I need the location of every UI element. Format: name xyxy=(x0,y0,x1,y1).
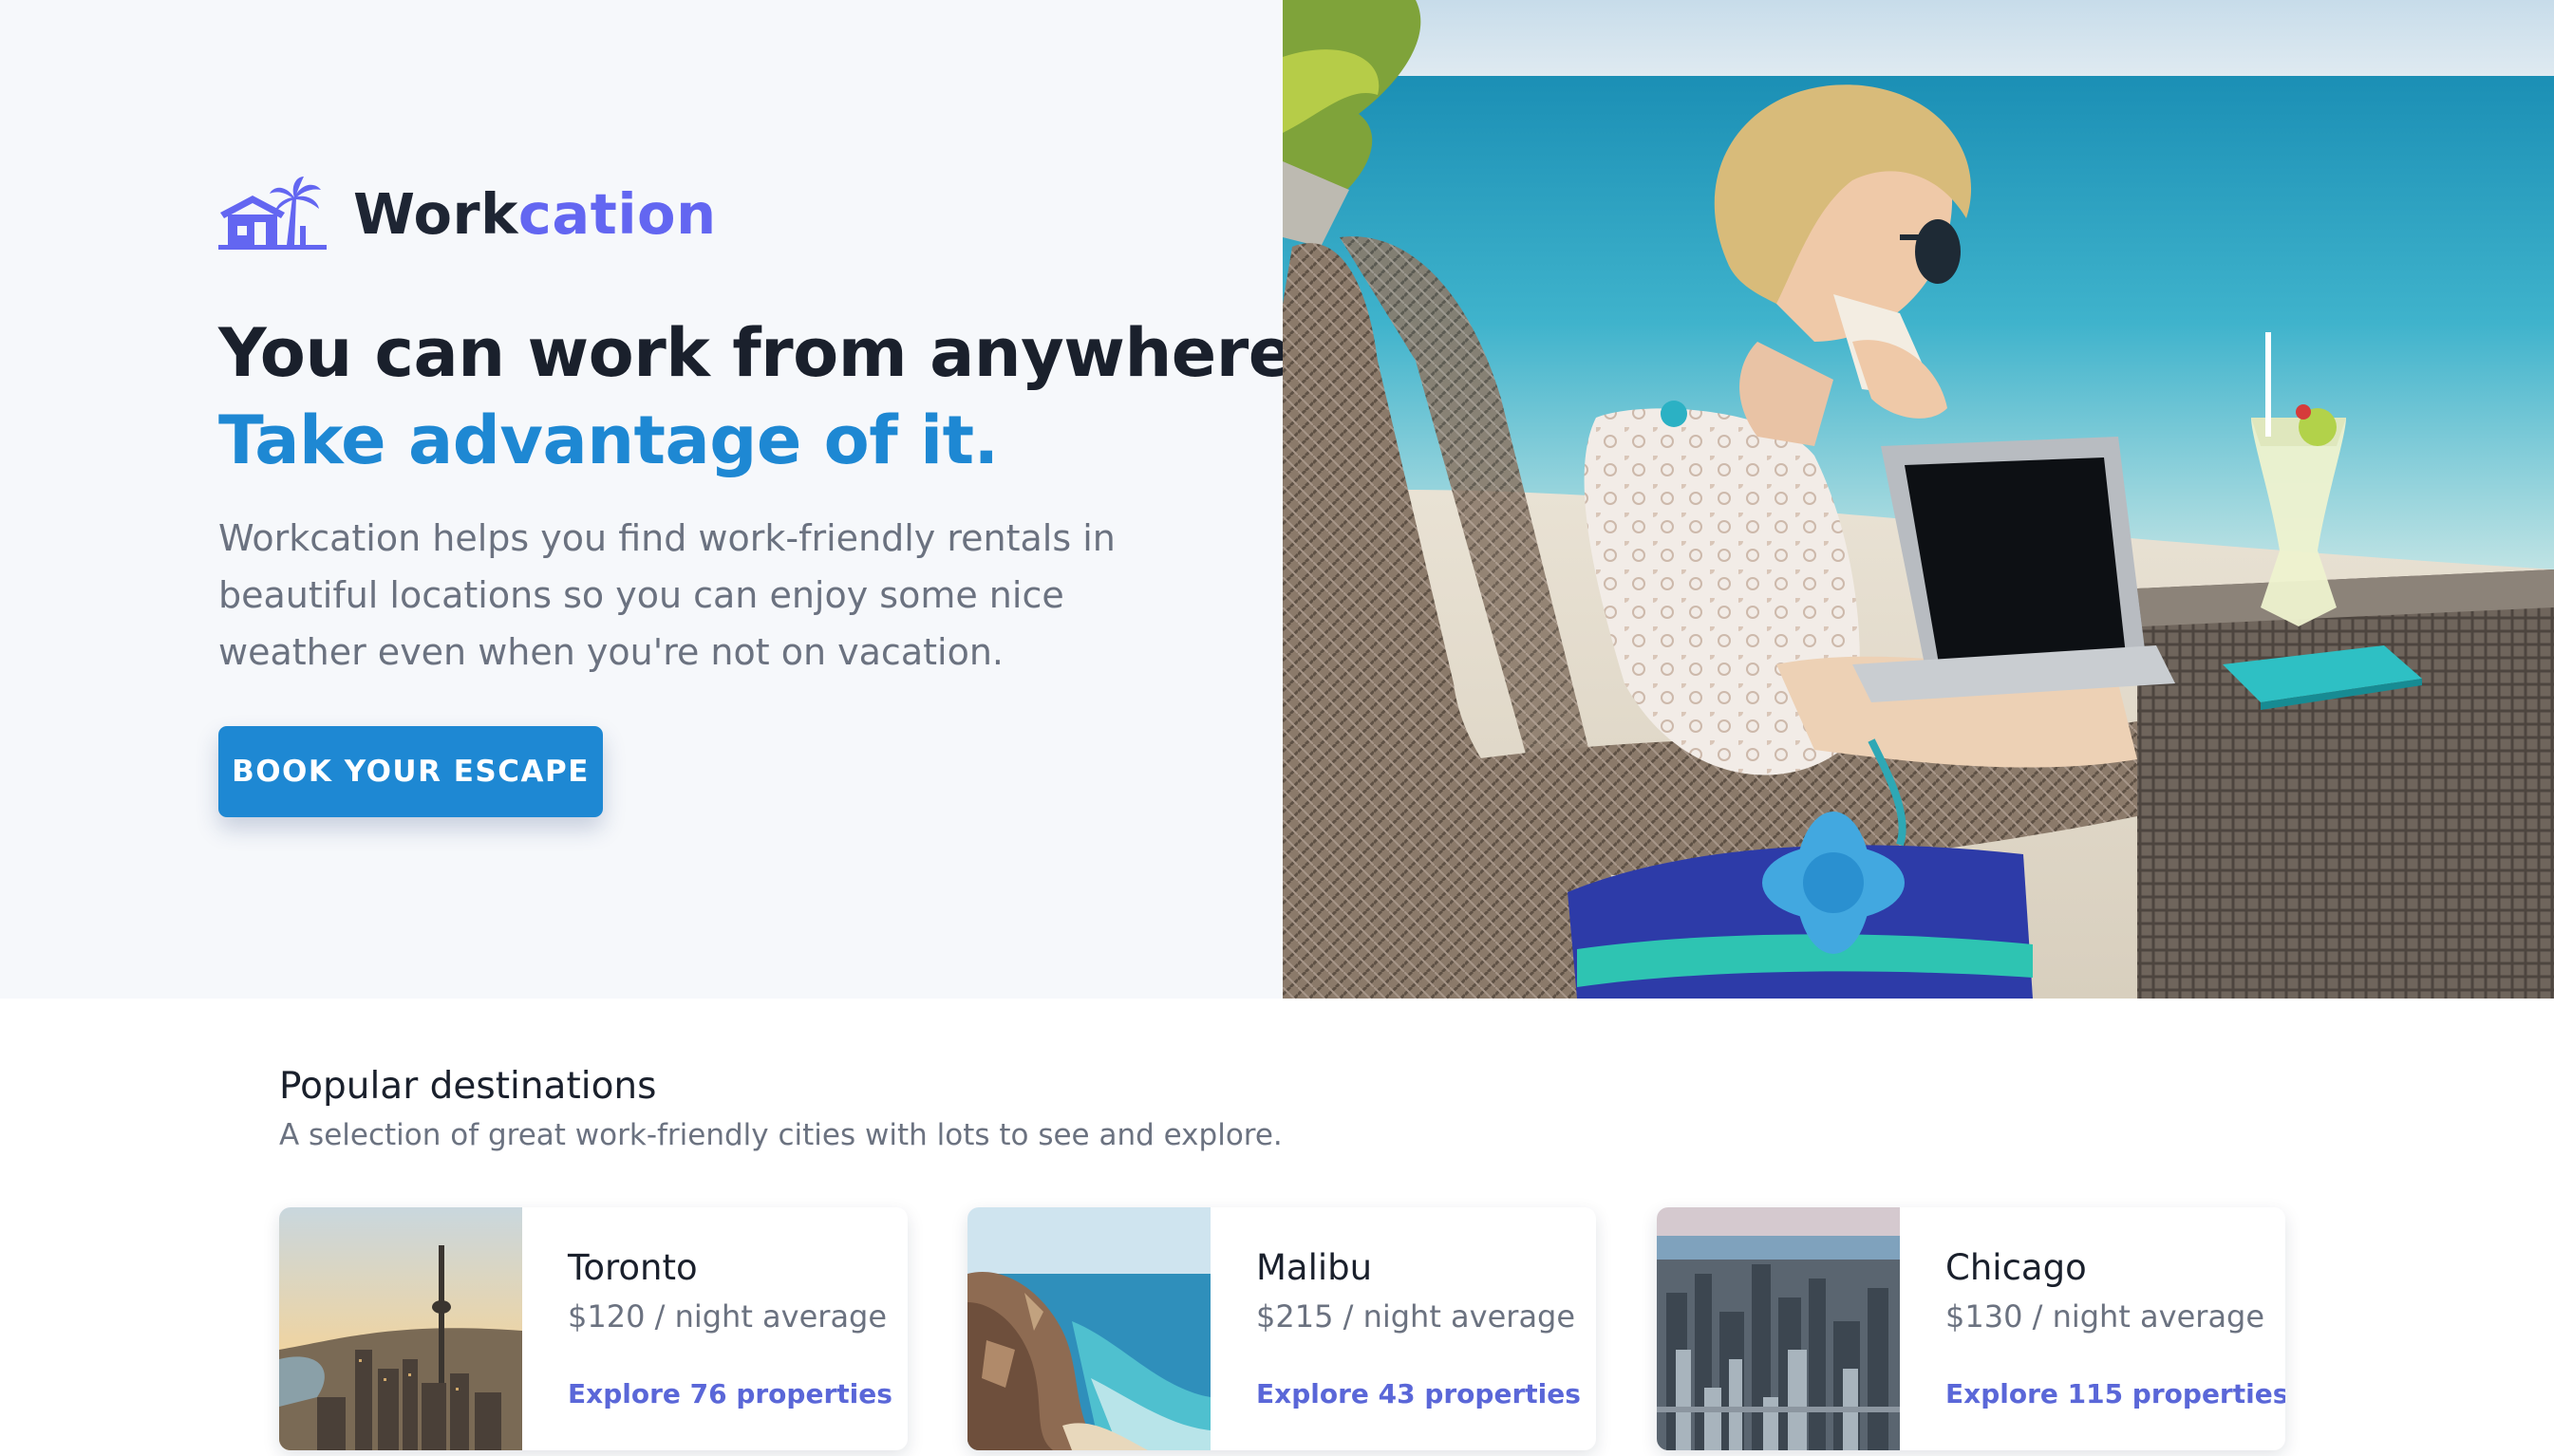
brand-name-part1: Work xyxy=(353,180,518,247)
destination-card-toronto[interactable]: Toronto $120 / night average Explore 76 … xyxy=(279,1207,908,1450)
night-price: $215 / night average xyxy=(1256,1298,1576,1335)
explore-properties-link[interactable]: Explore 115 properties xyxy=(1945,1378,2285,1409)
headline-line2: Take advantage of it. xyxy=(218,401,999,479)
brand-name-part2: cation xyxy=(517,180,717,247)
hero-content: Workcation You can work from anywhere. T… xyxy=(0,0,1318,999)
book-your-escape-button[interactable]: BOOK YOUR ESCAPE xyxy=(218,726,603,817)
card-body: Malibu $215 / night average Explore 43 p… xyxy=(1211,1207,1596,1450)
malibu-image xyxy=(967,1207,1211,1450)
destination-card-malibu[interactable]: Malibu $215 / night average Explore 43 p… xyxy=(967,1207,1596,1450)
hero-section: Workcation You can work from anywhere. T… xyxy=(0,0,2554,999)
popular-destinations-subtitle: A selection of great work-friendly citie… xyxy=(279,1118,1283,1152)
hero-headline: You can work from anywhere. Take advanta… xyxy=(218,309,1318,484)
explore-properties-link[interactable]: Explore 43 properties xyxy=(1256,1378,1581,1409)
night-price: $130 / night average xyxy=(1945,1298,2265,1335)
city-name: Malibu xyxy=(1256,1247,1373,1288)
city-name: Chicago xyxy=(1945,1247,2087,1288)
chicago-image xyxy=(1657,1207,1900,1450)
headline-line1: You can work from anywhere. xyxy=(218,314,1318,392)
explore-properties-link[interactable]: Explore 76 properties xyxy=(568,1378,892,1409)
toronto-image xyxy=(279,1207,522,1450)
beach-house-palm-icon xyxy=(218,177,327,250)
brand-wordmark: Workcation xyxy=(353,186,717,242)
brand-logo[interactable]: Workcation xyxy=(218,171,717,256)
popular-destinations-title: Popular destinations xyxy=(279,1065,657,1108)
card-body: Chicago $130 / night average Explore 115… xyxy=(1900,1207,2285,1450)
night-price: $120 / night average xyxy=(568,1298,888,1335)
hero-image-beach-worker xyxy=(1283,0,2554,999)
hero-description: Workcation helps you find work-friendly … xyxy=(218,517,1116,673)
city-name: Toronto xyxy=(568,1247,698,1288)
card-body: Toronto $120 / night average Explore 76 … xyxy=(522,1207,908,1450)
destination-card-chicago[interactable]: Chicago $130 / night average Explore 115… xyxy=(1657,1207,2285,1450)
